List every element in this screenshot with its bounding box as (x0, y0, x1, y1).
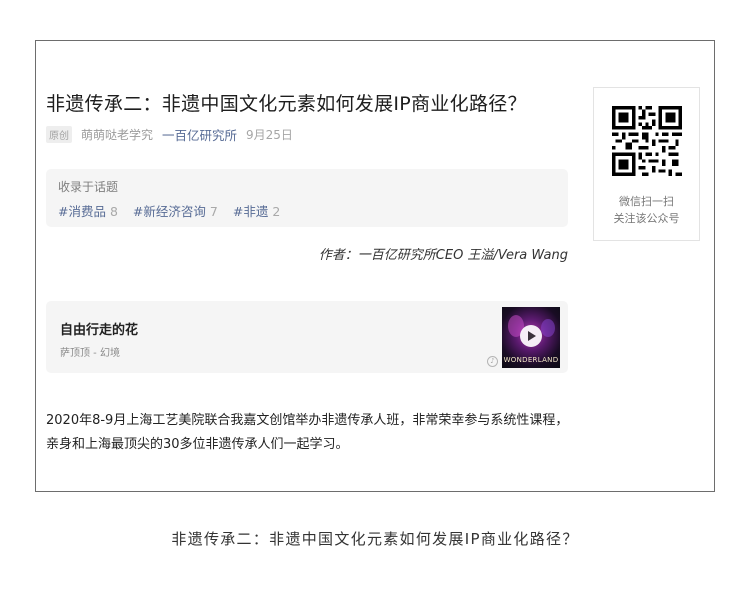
topic-count: 7 (209, 204, 218, 219)
article-paragraph: 2020年8-9月上海工艺美院联合我嘉文创馆举办非遗传承人班，非常荣幸参与系统性… (46, 409, 574, 457)
song-artist: 萨顶顶 - 幻境 (60, 348, 120, 359)
author-name: 萌萌哒老学究 (81, 127, 154, 142)
song-title: 自由行走的花 (60, 323, 139, 338)
topic-link-consumer[interactable]: #消费品 8 (58, 204, 118, 219)
image-caption: 非遗传承二：非遗中国文化元素如何发展IP商业化路径？ (171, 530, 579, 548)
qr-code-icon (612, 106, 682, 176)
qr-caption: 微信扫一扫 关注该公众号 (613, 195, 680, 225)
author-byline: 作者：一百亿研究所CEO 王溢/Vera Wang (318, 248, 568, 263)
topic-link-new-economy[interactable]: #新经济咨询 7 (133, 204, 218, 219)
music-card[interactable]: 自由行走的花 萨顶顶 - 幻境 ♪ WONDERLAND (46, 301, 568, 373)
article-title: 非遗传承二：非遗中国文化元素如何发展IP商业化路径？ (46, 93, 527, 115)
topic-count: 2 (272, 204, 281, 219)
paragraph-line: 2020年8-9月上海工艺美院联合我嘉文创馆举办非遗传承人班，非常荣幸参与系统性… (46, 413, 569, 428)
play-icon[interactable] (520, 325, 542, 347)
topics-list: #消费品 8 #新经济咨询 7 #非遗 2 (58, 201, 291, 220)
album-cover: WONDERLAND (502, 307, 560, 368)
account-link[interactable]: 一百亿研究所 (162, 125, 237, 144)
publish-date: 9月25日 (246, 127, 293, 142)
topic-link-heritage[interactable]: #非遗 2 (233, 204, 280, 219)
music-note-icon: ♪ (487, 356, 498, 367)
topic-count: 8 (109, 204, 118, 219)
screenshot-frame: 非遗传承二：非遗中国文化元素如何发展IP商业化路径？ 原创 萌萌哒老学究 一百亿… (35, 40, 715, 492)
topics-card: 收录于话题 #消费品 8 #新经济咨询 7 #非遗 2 (46, 169, 568, 227)
topics-label: 收录于话题 (58, 180, 119, 194)
original-badge: 原创 (46, 125, 72, 143)
qr-panel: 微信扫一扫 关注该公众号 (593, 87, 700, 241)
paragraph-line: 亲身和上海最顶尖的30多位非遗传承人们一起学习。 (46, 437, 349, 452)
album-cover-text: WONDERLAND (503, 356, 559, 364)
article-meta: 原创 萌萌哒老学究 一百亿研究所 9月25日 (46, 125, 293, 143)
